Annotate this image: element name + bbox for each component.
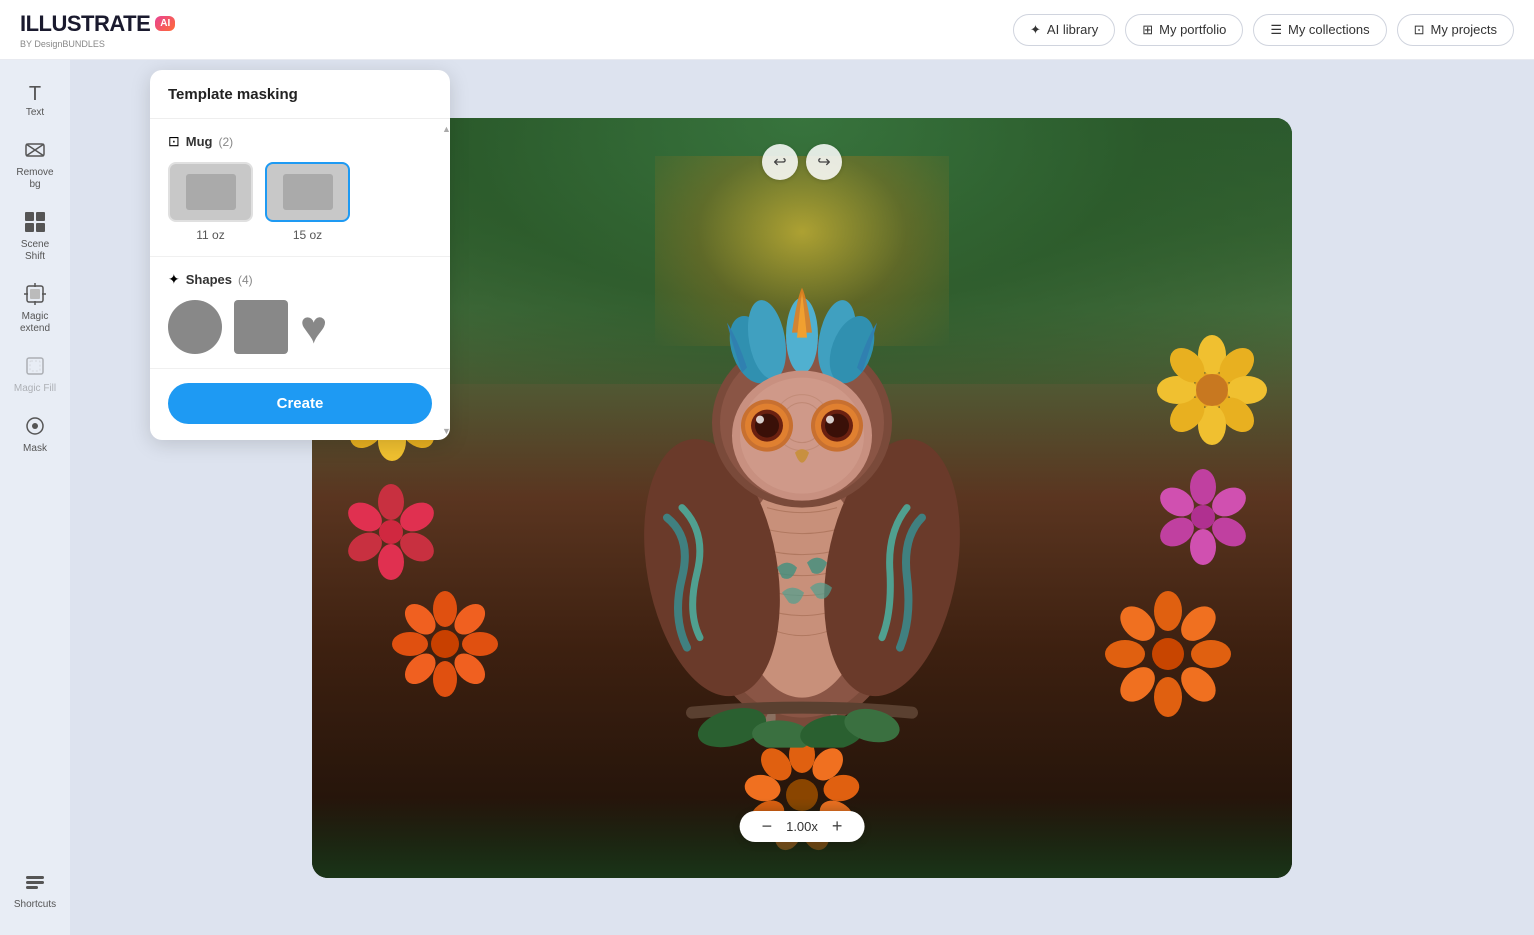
sidebar-item-shortcuts[interactable]: Shortcuts xyxy=(6,863,64,919)
shape-square xyxy=(234,300,288,354)
header-nav: ✦ AI library ⊞ My portfolio ☰ My collect… xyxy=(1013,14,1514,46)
nav-my-portfolio[interactable]: ⊞ My portfolio xyxy=(1125,14,1243,46)
shape-heart: ♥ xyxy=(300,304,327,350)
remove-bg-icon xyxy=(24,139,46,164)
nav-ai-library[interactable]: ✦ AI library xyxy=(1013,14,1115,46)
mug-thumb-11oz[interactable] xyxy=(168,162,253,222)
main-area: T Text Remove bg xyxy=(0,60,1534,935)
sidebar-item-scene-shift[interactable]: Scene Shift xyxy=(6,203,64,271)
header: ILLUSTRATE AI BY DesignBUNDLES ✦ AI libr… xyxy=(0,0,1534,60)
mug-section-header: ⊡ Mug (2) xyxy=(168,133,432,150)
nav-my-projects-label: My projects xyxy=(1431,22,1497,37)
logo-text: ILLUSTRATE xyxy=(20,11,150,37)
shape-circle xyxy=(168,300,222,354)
canvas-controls: ↩ ↪ xyxy=(762,144,842,180)
text-icon: T xyxy=(29,84,41,104)
panel-scrollbar: ▲ ▼ xyxy=(442,124,446,436)
sidebar-item-mask[interactable]: Mask xyxy=(6,407,64,463)
sidebar-mask-label: Mask xyxy=(23,443,47,455)
collections-icon: ☰ xyxy=(1270,22,1282,38)
shape-item-square[interactable] xyxy=(234,300,288,354)
mug-icon: ⊡ xyxy=(168,133,180,150)
mask-icon xyxy=(24,415,46,440)
projects-icon: ⊡ xyxy=(1414,22,1425,38)
mug-section-title: Mug xyxy=(186,134,213,149)
redo-icon: ↪ xyxy=(817,152,830,172)
sidebar-item-magic-extend[interactable]: Magic extend xyxy=(6,275,64,343)
mug-thumb-15oz[interactable] xyxy=(265,162,350,222)
create-button[interactable]: Create xyxy=(168,383,432,424)
sidebar-remove-bg-label: Remove bg xyxy=(12,167,58,191)
shapes-section-title: Shapes xyxy=(186,272,232,287)
mug-item-11oz[interactable]: 11 oz xyxy=(168,162,253,242)
mug-section: ⊡ Mug (2) 11 oz 15 oz xyxy=(150,119,450,257)
shapes-icon: ✦ xyxy=(168,271,180,288)
logo-ai-badge: AI xyxy=(155,16,175,31)
logo-sub: BY DesignBUNDLES xyxy=(20,39,175,49)
magic-extend-icon xyxy=(24,283,46,308)
sidebar-item-text[interactable]: T Text xyxy=(6,76,64,127)
nav-my-portfolio-label: My portfolio xyxy=(1159,22,1226,37)
panel-header: Template masking xyxy=(150,70,450,119)
mug-label-15oz: 15 oz xyxy=(293,228,322,242)
mug-item-15oz[interactable]: 15 oz xyxy=(265,162,350,242)
nav-my-projects[interactable]: ⊡ My projects xyxy=(1397,14,1514,46)
mug-grid: 11 oz 15 oz xyxy=(168,162,432,242)
shapes-section: ✦ Shapes (4) ♥ xyxy=(150,257,450,369)
scroll-up-icon: ▲ xyxy=(442,124,446,134)
logo-area: ILLUSTRATE AI BY DesignBUNDLES xyxy=(20,11,175,49)
zoom-value: 1.00x xyxy=(780,819,824,834)
shape-item-heart[interactable]: ♥ xyxy=(300,304,327,350)
left-sidebar: T Text Remove bg xyxy=(0,60,70,935)
mug-thumb-inner-11oz xyxy=(186,174,236,210)
magic-fill-icon xyxy=(24,355,46,380)
mug-label-11oz: 11 oz xyxy=(196,228,224,242)
sidebar-shortcuts-label: Shortcuts xyxy=(14,899,56,911)
sidebar-item-remove-bg[interactable]: Remove bg xyxy=(6,131,64,199)
sidebar-item-magic-fill[interactable]: Magic Fill xyxy=(6,347,64,403)
sidebar-magic-fill-label: Magic Fill xyxy=(14,383,56,395)
sidebar-magic-extend-label: Magic extend xyxy=(12,311,58,335)
ai-library-icon: ✦ xyxy=(1030,22,1041,38)
redo-button[interactable]: ↪ xyxy=(806,144,842,180)
mug-section-count: (2) xyxy=(218,135,233,149)
nav-ai-library-label: AI library xyxy=(1047,22,1098,37)
sidebar-text-label: Text xyxy=(26,107,44,119)
create-btn-wrap: Create xyxy=(150,369,450,440)
shape-item-circle[interactable] xyxy=(168,300,222,354)
undo-icon: ↩ xyxy=(773,152,786,172)
panel-title: Template masking xyxy=(168,86,298,103)
undo-button[interactable]: ↩ xyxy=(762,144,798,180)
zoom-plus-button[interactable]: + xyxy=(824,816,851,837)
mug-thumb-inner-15oz xyxy=(283,174,333,210)
nav-my-collections-label: My collections xyxy=(1288,22,1370,37)
portfolio-icon: ⊞ xyxy=(1142,22,1153,38)
canvas-image: ↩ ↪ xyxy=(312,118,1292,878)
zoom-minus-button[interactable]: − xyxy=(754,816,781,837)
shapes-section-header: ✦ Shapes (4) xyxy=(168,271,432,288)
scroll-down-icon: ▼ xyxy=(442,426,446,436)
scene-shift-icon xyxy=(24,211,46,236)
zoom-controls: − 1.00x + xyxy=(740,811,865,842)
shapes-section-count: (4) xyxy=(238,273,253,287)
shortcuts-icon xyxy=(24,871,46,896)
canvas-area: ‹ ↩ ↪ xyxy=(70,60,1534,935)
template-masking-panel: Template masking ▲ ▼ ⊡ Mug (2) xyxy=(150,70,450,440)
nav-my-collections[interactable]: ☰ My collections xyxy=(1253,14,1386,46)
shapes-grid: ♥ xyxy=(168,300,432,354)
sidebar-scene-shift-label: Scene Shift xyxy=(12,239,58,263)
